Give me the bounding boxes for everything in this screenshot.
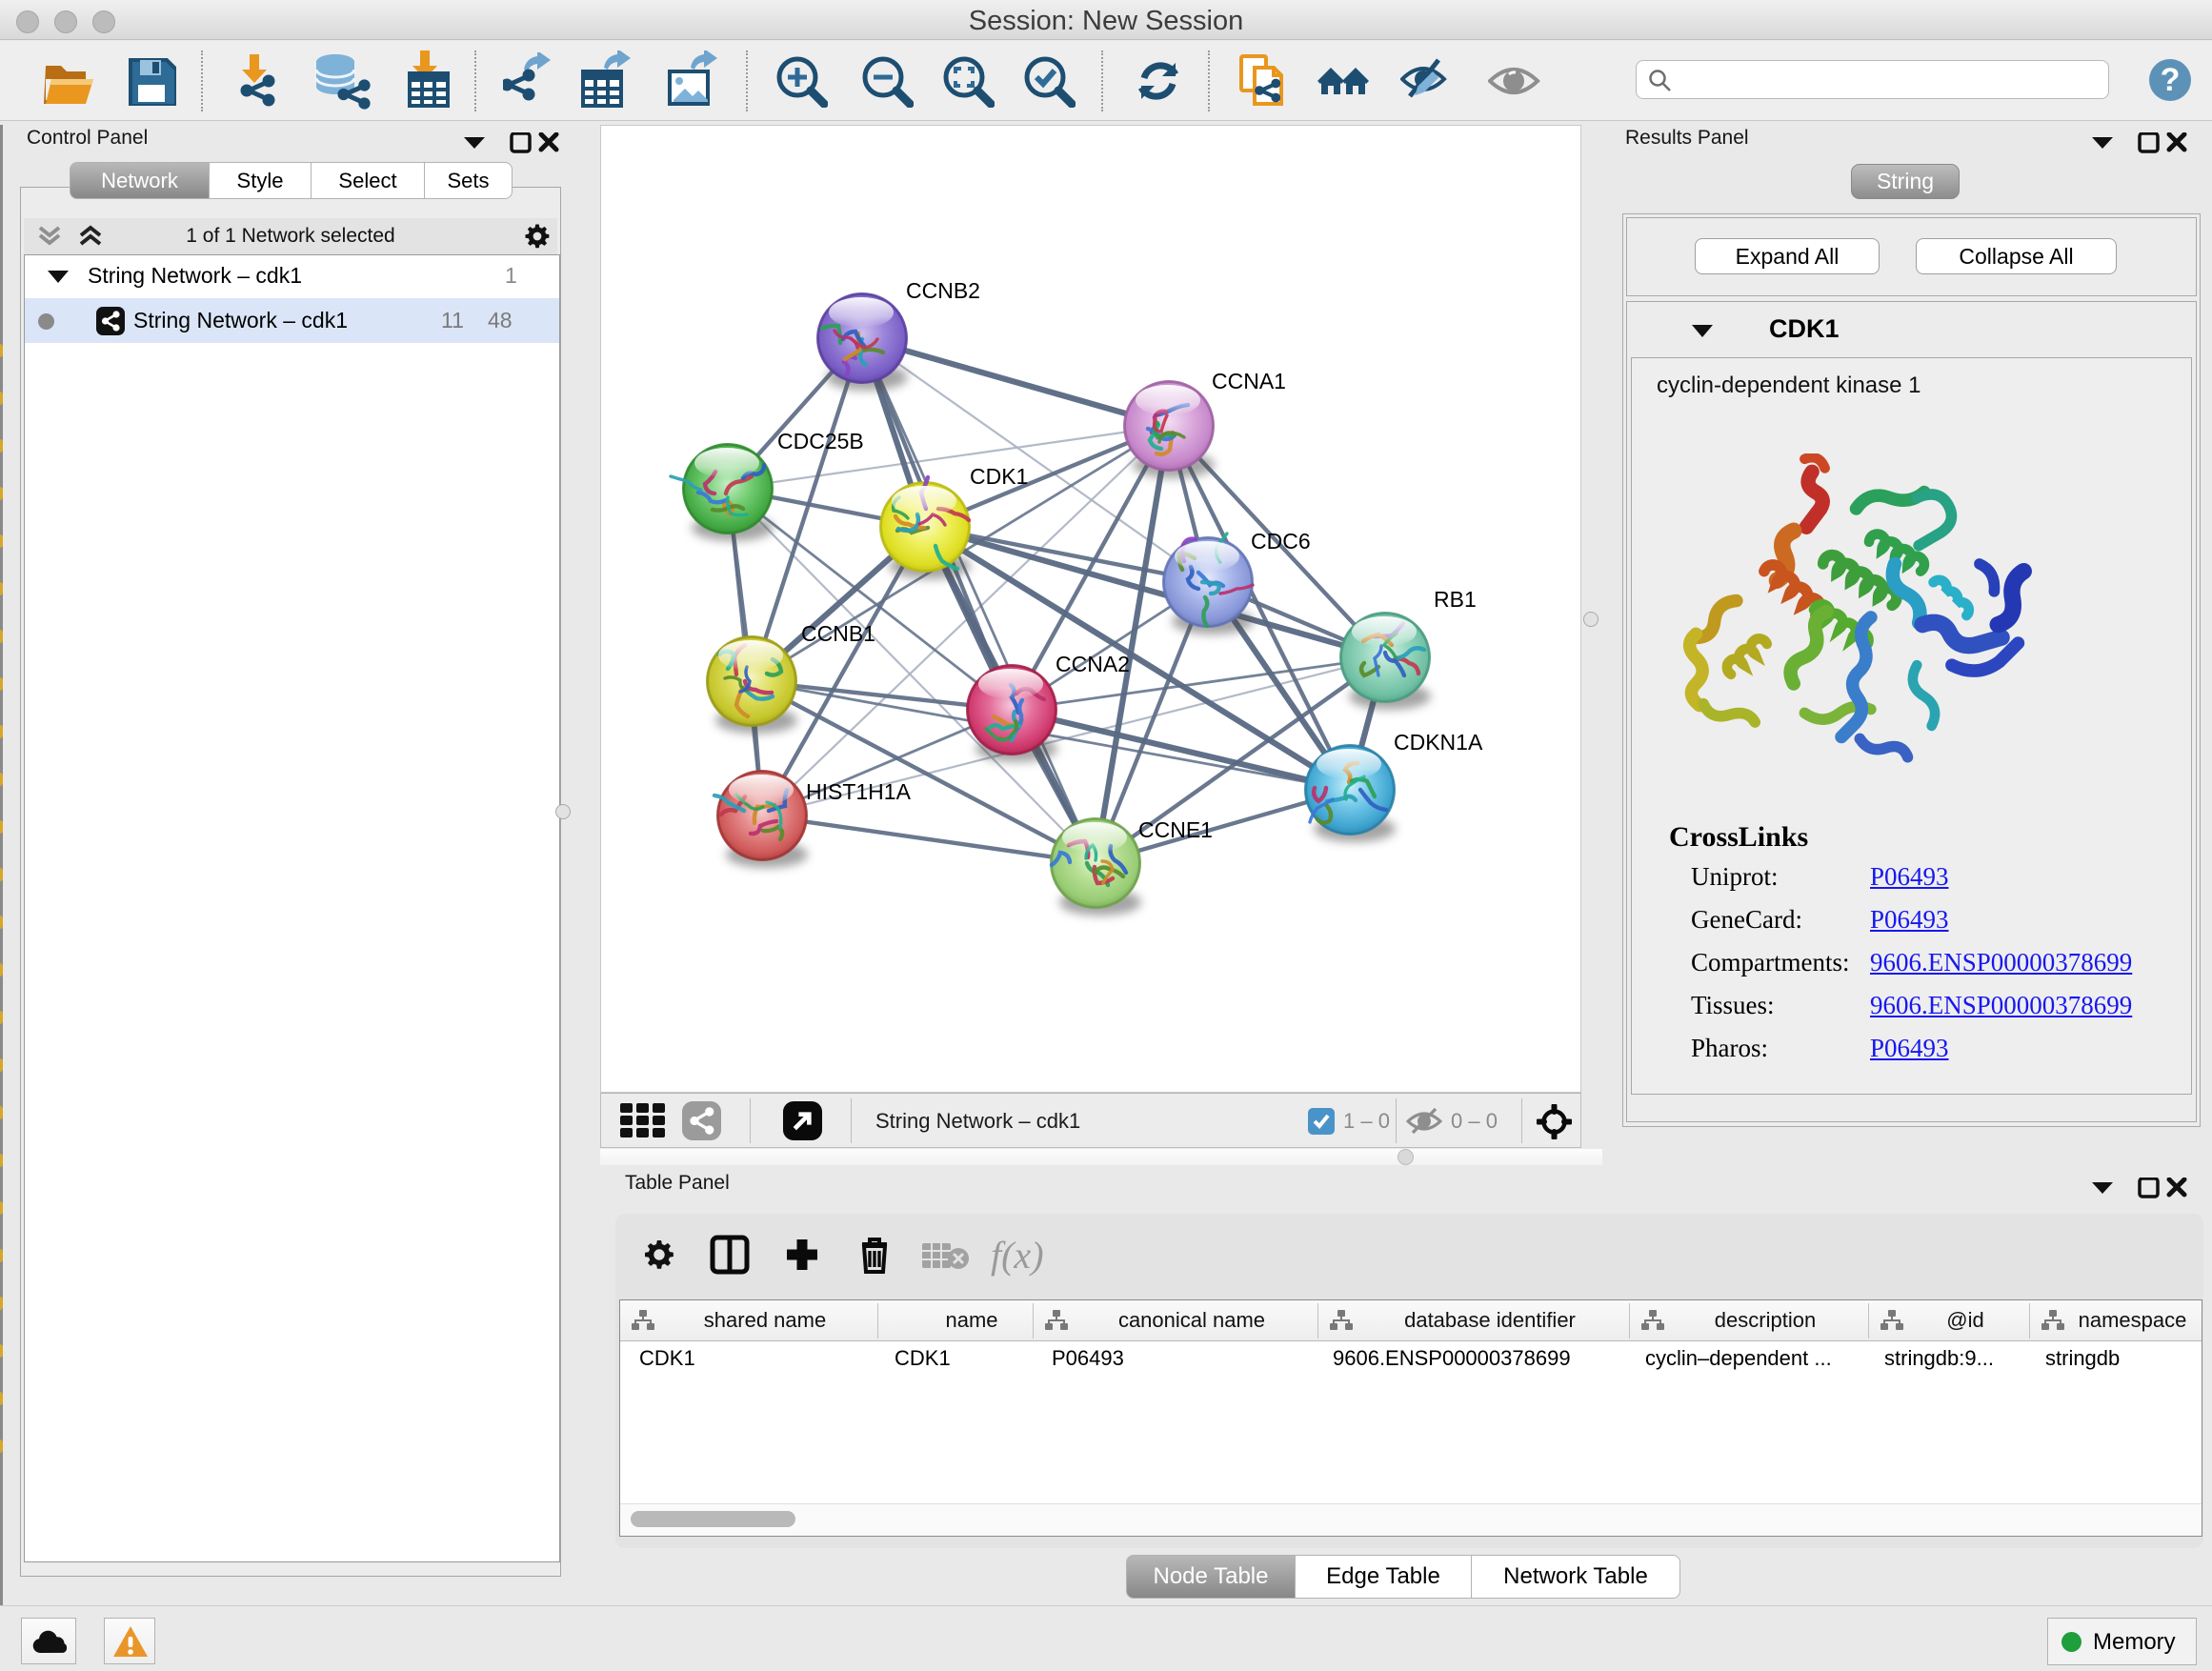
svg-text:CCNA1: CCNA1 xyxy=(1212,369,1286,393)
svg-text:CCNB2: CCNB2 xyxy=(906,278,980,303)
svg-text:CCNA2: CCNA2 xyxy=(1056,652,1130,676)
svg-text:CDC25B: CDC25B xyxy=(777,429,864,453)
svg-text:RB1: RB1 xyxy=(1434,587,1477,612)
svg-text:CDC6: CDC6 xyxy=(1251,529,1311,554)
svg-text:HIST1H1A: HIST1H1A xyxy=(806,779,912,804)
svg-text:CDK1: CDK1 xyxy=(970,464,1028,489)
svg-text:CCNE1: CCNE1 xyxy=(1138,817,1213,842)
svg-text:CDKN1A: CDKN1A xyxy=(1394,730,1483,755)
svg-text:CCNB1: CCNB1 xyxy=(801,621,875,646)
